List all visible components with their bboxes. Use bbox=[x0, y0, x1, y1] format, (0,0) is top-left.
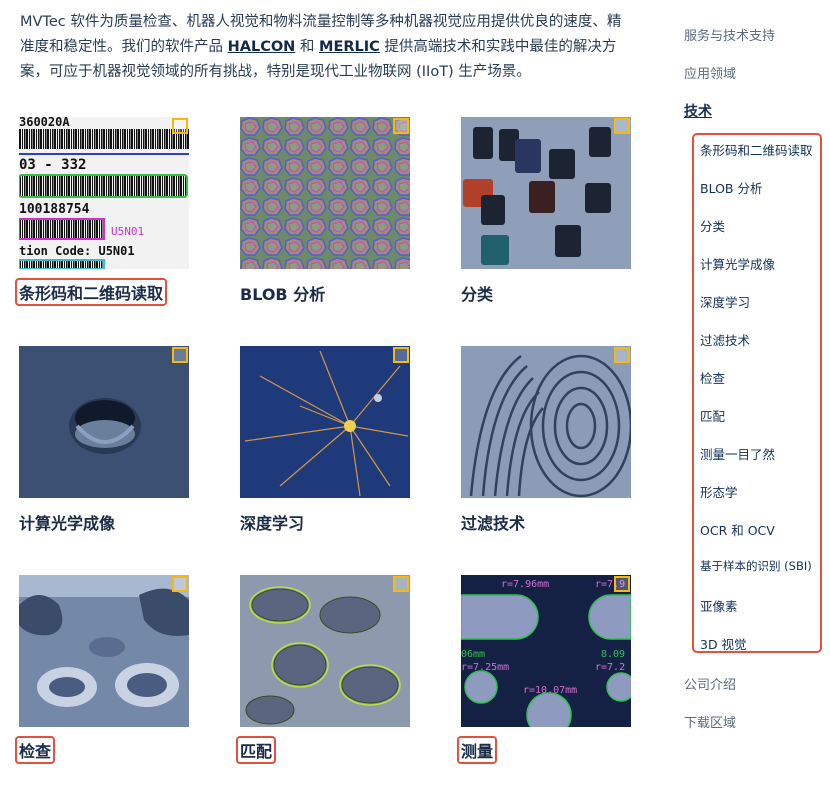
sidebar-item-applications[interactable]: 应用领域 bbox=[684, 63, 736, 82]
merlic-link[interactable]: MERLIC bbox=[319, 39, 380, 55]
barcode-label-4: U5N01 bbox=[111, 225, 144, 238]
sidebar-subitem-matching[interactable]: 匹配 bbox=[700, 406, 725, 425]
deep-learning-image[interactable] bbox=[240, 346, 410, 498]
measure-label-1: r=7.96mm bbox=[501, 579, 549, 590]
sidebar-subitem-barcode[interactable]: 条形码和二维码读取 bbox=[700, 140, 813, 159]
measure-label-4: 8.09 bbox=[601, 649, 625, 660]
submenu-highlight-box bbox=[692, 133, 822, 653]
select-checkbox[interactable] bbox=[393, 576, 409, 592]
measuring-image[interactable]: r=7.96mm r=7.9 06mm 8.09 r=7.25mm r=7.2 … bbox=[461, 575, 631, 727]
sidebar-subitem-morphology[interactable]: 形态学 bbox=[700, 482, 738, 501]
sidebar-subitem-classification[interactable]: 分类 bbox=[700, 216, 725, 235]
measure-label-3: 06mm bbox=[461, 649, 485, 660]
select-checkbox[interactable] bbox=[393, 347, 409, 363]
halcon-link[interactable]: HALCON bbox=[228, 39, 296, 55]
select-checkbox[interactable] bbox=[614, 118, 630, 134]
blob-image[interactable] bbox=[240, 117, 410, 269]
tile-caption[interactable]: 测量 bbox=[457, 736, 498, 764]
barcode-label-1: 360020A bbox=[19, 117, 70, 129]
sidebar-subitem-filtering[interactable]: 过滤技术 bbox=[700, 330, 750, 349]
tile-caption[interactable]: 计算光学成像 bbox=[19, 510, 115, 534]
sidebar-subitem-subpixel[interactable]: 亚像素 bbox=[700, 596, 738, 615]
intro-text-2: 和 bbox=[295, 39, 320, 55]
barcode-label-5: tion Code: U5N01 bbox=[19, 244, 135, 258]
sidebar-subitem-computational-imaging[interactable]: 计算光学成像 bbox=[700, 254, 775, 273]
select-checkbox[interactable] bbox=[172, 576, 188, 592]
sidebar-subitem-measuring[interactable]: 测量一目了然 bbox=[700, 444, 775, 463]
sidebar-item-company[interactable]: 公司介绍 bbox=[684, 674, 736, 693]
sidebar-item-technology[interactable]: 技术 bbox=[684, 101, 712, 121]
filtering-image[interactable] bbox=[461, 346, 631, 498]
matching-image[interactable] bbox=[240, 575, 410, 727]
tile-caption[interactable]: 匹配 bbox=[236, 736, 277, 764]
select-checkbox[interactable] bbox=[614, 347, 630, 363]
inspection-image[interactable] bbox=[19, 575, 189, 727]
sidebar-subitem-blob[interactable]: BLOB 分析 bbox=[700, 178, 762, 197]
sidebar-item-service[interactable]: 服务与技术支持 bbox=[684, 25, 775, 44]
select-checkbox[interactable] bbox=[393, 118, 409, 134]
sidebar-subitem-ocr[interactable]: OCR 和 OCV bbox=[700, 520, 775, 539]
tile-caption[interactable]: 分类 bbox=[461, 281, 493, 305]
sidebar-subitem-sbi[interactable]: 基于样本的识别 (SBI) bbox=[700, 558, 812, 574]
barcode-image[interactable]: 360020A 03 - 332 100188754 U5N01 tion Co… bbox=[19, 117, 189, 269]
select-checkbox[interactable] bbox=[172, 118, 188, 134]
intro-paragraph: MVTec 软件为质量检查、机器人视觉和物料流量控制等多种机器视觉应用提供优良的… bbox=[20, 10, 635, 85]
measure-label-6: r=7.2 bbox=[595, 662, 625, 673]
tile-caption[interactable]: 过滤技术 bbox=[461, 510, 525, 534]
measure-label-5: r=7.25mm bbox=[461, 662, 509, 673]
sidebar-item-downloads[interactable]: 下载区域 bbox=[684, 712, 736, 731]
select-checkbox[interactable] bbox=[614, 576, 630, 592]
tile-caption[interactable]: BLOB 分析 bbox=[240, 281, 325, 305]
sidebar-subitem-deep-learning[interactable]: 深度学习 bbox=[700, 292, 750, 311]
classification-image[interactable] bbox=[461, 117, 631, 269]
computational-imaging-image[interactable] bbox=[19, 346, 189, 498]
sidebar-subitem-inspection[interactable]: 检查 bbox=[700, 368, 725, 387]
sidebar-subitem-3d-vision[interactable]: 3D 视觉 bbox=[700, 634, 747, 653]
barcode-label-3: 100188754 bbox=[19, 202, 90, 217]
tile-caption[interactable]: 检查 bbox=[15, 736, 56, 764]
barcode-label-2: 03 - 332 bbox=[19, 157, 86, 173]
measure-label-7: r=10.07mm bbox=[523, 685, 577, 696]
tile-caption[interactable]: 条形码和二维码读取 bbox=[15, 278, 168, 306]
tile-caption[interactable]: 深度学习 bbox=[240, 510, 304, 534]
select-checkbox[interactable] bbox=[172, 347, 188, 363]
